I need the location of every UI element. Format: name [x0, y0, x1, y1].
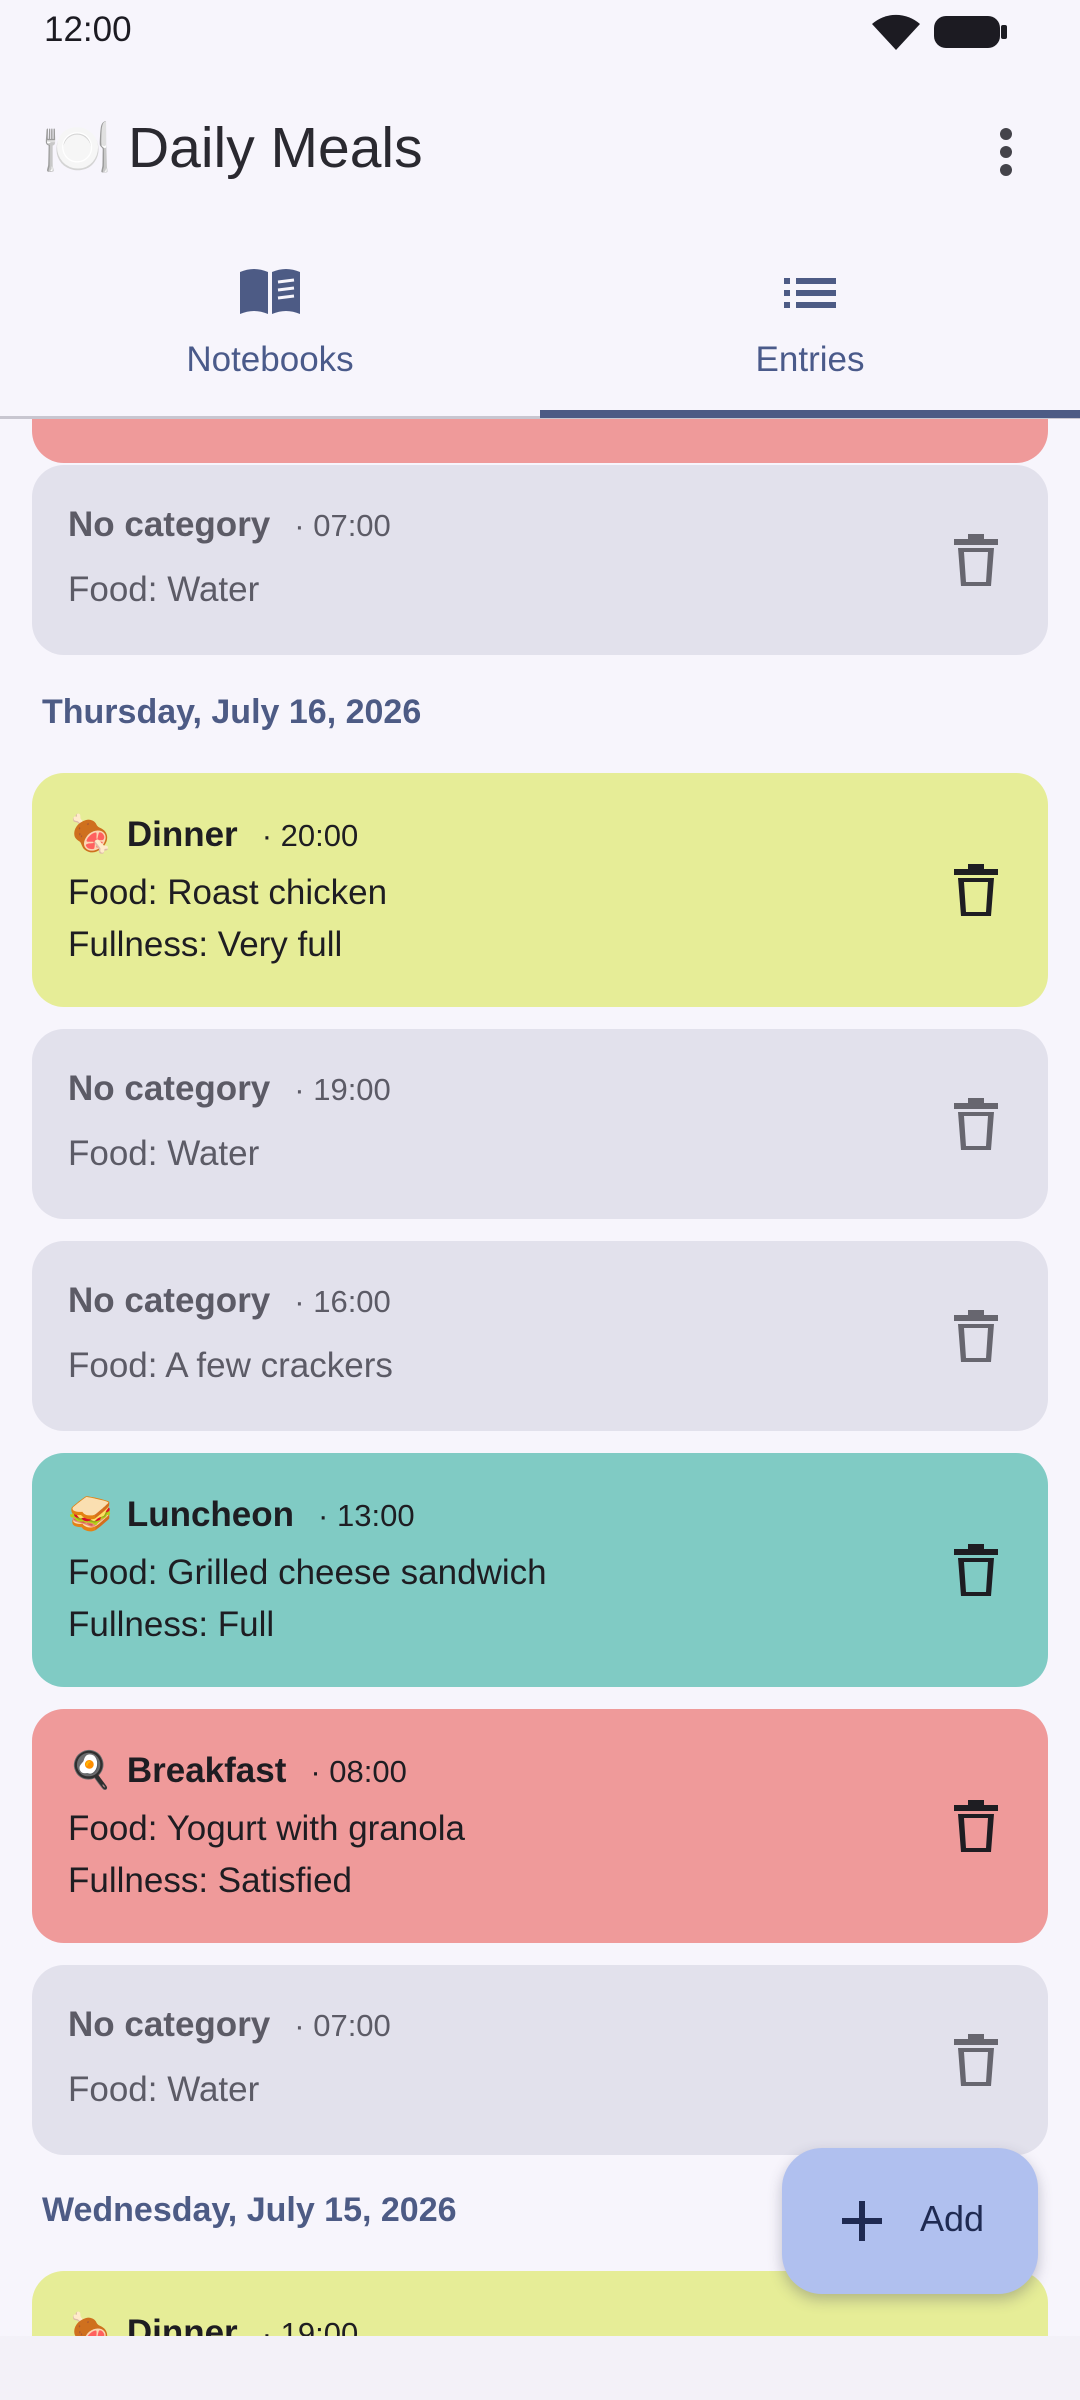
plate-icon: 🍽️	[42, 116, 112, 179]
entry-header: 🥪 Luncheon · 13:00	[68, 1493, 415, 1535]
entry-category: No category	[68, 1281, 271, 1320]
entry-time: · 07:00	[294, 2008, 391, 2043]
delete-icon[interactable]	[952, 1542, 1000, 1598]
entry-card[interactable]: 🥪 Luncheon · 13:00 Food: Grilled cheese …	[32, 1453, 1048, 1687]
add-entry-label: Add	[920, 2198, 985, 2239]
entry-card[interactable]: No category · 16:00 Food: A few crackers	[32, 1241, 1048, 1431]
entry-time: · 20:00	[261, 818, 359, 853]
entry-food: Food: Water	[68, 1134, 260, 1173]
tab-notebooks-label: Notebooks	[186, 340, 354, 379]
entry-food: Food: A few crackers	[68, 1346, 393, 1385]
entry-time: · 07:00	[294, 508, 391, 543]
delete-icon[interactable]	[952, 1096, 1000, 1152]
more-vert-icon	[1000, 128, 1012, 140]
more-vert-icon-dot	[1000, 164, 1012, 176]
app-title: Daily Meals	[128, 116, 423, 180]
meat-icon: 🍖	[68, 813, 113, 854]
entry-time: · 13:00	[318, 1498, 415, 1533]
date-header: Thursday, July 16, 2026	[42, 693, 422, 731]
entry-header: 🍖 Dinner · 19:00	[68, 2311, 358, 2336]
entries-list[interactable]: No category · 07:00 Food: Water Thursday…	[0, 419, 1080, 2336]
entry-card[interactable]: No category · 07:00 Food: Water	[32, 465, 1048, 655]
app-bar: 🍽️ Daily Meals	[0, 100, 1080, 196]
entry-category: Breakfast	[126, 1751, 287, 1790]
entry-card[interactable]: 🍖 Dinner · 20:00 Food: Roast chicken Ful…	[32, 773, 1048, 1007]
add-entry-button[interactable]: Add	[782, 2148, 1038, 2294]
entry-time: · 16:00	[294, 1284, 391, 1319]
system-nav-area	[0, 2336, 1080, 2400]
entry-food: Food: Water	[68, 2070, 260, 2109]
entry-header: No category · 07:00	[68, 2005, 391, 2045]
entry-time: · 19:00	[294, 1072, 391, 1107]
more-options-button[interactable]	[976, 122, 1036, 182]
status-time: 12:00	[44, 10, 132, 49]
entry-category: No category	[68, 1069, 271, 1108]
frying-pan-icon: 🍳	[68, 1749, 113, 1790]
screen: 12:00 🍽️ Daily Meals Notebooks Entries N…	[0, 0, 1080, 2400]
sandwich-icon: 🥪	[68, 1493, 113, 1534]
delete-icon[interactable]	[952, 2032, 1000, 2088]
tab-entries[interactable]: Entries	[540, 248, 1080, 418]
delete-icon[interactable]	[952, 532, 1000, 588]
entry-category: No category	[68, 2005, 271, 2044]
entry-category: Luncheon	[126, 1495, 295, 1534]
entry-header: No category · 07:00	[68, 505, 391, 545]
entry-fullness: Fullness: Full	[68, 1605, 275, 1644]
tab-indicator	[540, 410, 1080, 418]
entry-card-partial[interactable]	[32, 419, 1048, 463]
entry-category: Dinner	[126, 2313, 238, 2336]
entry-card[interactable]: No category · 07:00 Food: Water	[32, 1965, 1048, 2155]
tab-notebooks[interactable]: Notebooks	[0, 248, 540, 418]
entry-header: No category · 19:00	[68, 1069, 391, 1109]
meat-icon: 🍖	[68, 2311, 113, 2336]
entry-card[interactable]: 🍳 Breakfast · 08:00 Food: Yogurt with gr…	[32, 1709, 1048, 1943]
delete-icon[interactable]	[952, 1798, 1000, 1854]
entry-time: · 19:00	[261, 2316, 359, 2336]
book-icon	[240, 269, 300, 314]
entry-food: Food: Grilled cheese sandwich	[68, 1553, 547, 1592]
delete-icon[interactable]	[952, 1308, 1000, 1364]
delete-icon[interactable]	[952, 862, 1000, 918]
entry-category: Dinner	[126, 815, 238, 854]
entry-category: No category	[68, 505, 271, 544]
battery-icon	[934, 16, 1007, 48]
date-header: Wednesday, July 15, 2026	[42, 2191, 457, 2229]
tab-entries-label: Entries	[755, 340, 865, 379]
plus-icon	[842, 2201, 882, 2241]
wifi-icon	[872, 14, 920, 50]
entry-food: Food: Water	[68, 570, 260, 609]
status-bar: 12:00	[0, 0, 1080, 64]
tab-bar: Notebooks Entries	[0, 248, 1080, 418]
entry-header: 🍖 Dinner · 20:00	[68, 813, 358, 855]
entry-header: No category · 16:00	[68, 1281, 391, 1321]
entry-fullness: Fullness: Satisfied	[68, 1861, 353, 1900]
list-icon	[784, 278, 836, 308]
entry-food: Food: Roast chicken	[68, 873, 388, 912]
entry-card[interactable]: No category · 19:00 Food: Water	[32, 1029, 1048, 1219]
entry-fullness: Fullness: Very full	[68, 925, 343, 964]
entry-food: Food: Yogurt with granola	[68, 1809, 465, 1848]
more-vert-icon-dot	[1000, 146, 1012, 158]
entry-time: · 08:00	[310, 1754, 407, 1789]
entry-header: 🍳 Breakfast · 08:00	[68, 1749, 407, 1791]
